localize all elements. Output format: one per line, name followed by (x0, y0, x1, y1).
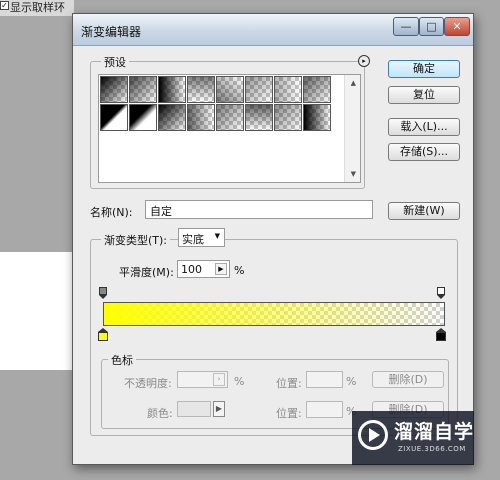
preset-swatch[interactable] (187, 76, 215, 103)
preset-swatch[interactable] (100, 104, 128, 131)
preset-swatch[interactable] (274, 104, 302, 131)
chevron-down-icon: ▼ (214, 232, 220, 240)
maximize-button[interactable]: □ (419, 17, 444, 36)
smoothness-unit: % (234, 264, 245, 277)
preset-swatch[interactable] (129, 104, 157, 131)
gradient-editor-dialog: 渐变编辑器 — □ ✕ 预设 ▸ ▲ ▼ 确定 复位 载入(L)... 存储(S… (72, 13, 474, 465)
preset-swatch[interactable] (303, 76, 331, 103)
opacity-location-input[interactable] (306, 371, 343, 388)
name-label: 名称(N): (90, 206, 133, 219)
gradient-preview-bar[interactable] (103, 302, 445, 326)
new-button[interactable]: 新建(W) (388, 202, 460, 220)
preset-swatch[interactable] (303, 104, 331, 131)
color-stop-right[interactable] (436, 328, 446, 342)
smoothness-value: 100 (181, 263, 202, 276)
smoothness-label: 平滑度(M): (119, 266, 174, 279)
background-canvas (0, 252, 74, 370)
opacity-unit: % (234, 375, 245, 388)
gradient-type-label: 渐变类型(T): (101, 232, 171, 248)
color-menu-arrow-icon[interactable]: ▶ (213, 401, 225, 417)
preset-swatch-grid (100, 76, 331, 131)
minimize-button[interactable]: — (393, 17, 419, 36)
opacity-location-label: 位置: (276, 377, 302, 390)
stops-label: 色标 (108, 352, 136, 368)
watermark-url: ZIXUE.3D66.COM (398, 445, 466, 453)
presets-group: 预设 ▸ ▲ ▼ (90, 54, 370, 189)
chevron-right-icon[interactable]: › (213, 373, 225, 386)
scroll-up-icon[interactable]: ▲ (351, 79, 356, 87)
close-button[interactable]: ✕ (444, 17, 470, 36)
preset-swatch[interactable] (158, 76, 186, 103)
show-sampling-ring-checkbox[interactable]: ✓ (0, 1, 9, 10)
opacity-stop-right[interactable] (437, 287, 445, 299)
watermark: 溜溜自学 ZIXUE.3D66.COM (352, 411, 474, 465)
opacity-location-unit: % (346, 375, 357, 388)
opacity-label: 不透明度: (124, 377, 172, 390)
scroll-down-icon[interactable]: ▼ (351, 170, 356, 178)
color-label: 颜色: (147, 407, 173, 420)
color-stop-left[interactable] (98, 328, 108, 342)
save-button[interactable]: 存储(S)... (388, 143, 460, 161)
presets-menu-icon[interactable]: ▸ (358, 55, 370, 67)
chevron-right-icon[interactable]: ▶ (215, 263, 227, 275)
preset-swatch[interactable] (129, 76, 157, 103)
dialog-title: 渐变编辑器 (81, 25, 142, 39)
ok-button[interactable]: 确定 (388, 60, 460, 78)
presets-label: 预设 (101, 54, 129, 70)
reset-button[interactable]: 复位 (388, 86, 460, 104)
title-bar[interactable]: 渐变编辑器 — □ ✕ (73, 14, 473, 46)
preset-swatch[interactable] (245, 104, 273, 131)
play-logo-icon (358, 420, 388, 450)
preset-swatch[interactable] (187, 104, 215, 131)
show-sampling-ring-label: 显示取样环 (10, 1, 65, 14)
preset-swatch[interactable] (216, 104, 244, 131)
preset-swatch[interactable] (158, 104, 186, 131)
preset-swatch[interactable] (274, 76, 302, 103)
presets-scrollbar[interactable]: ▲ ▼ (344, 75, 360, 182)
color-location-input[interactable] (306, 401, 343, 418)
opacity-input[interactable]: › (177, 371, 228, 388)
preset-swatch[interactable] (216, 76, 244, 103)
preset-swatch[interactable] (245, 76, 273, 103)
color-location-label: 位置: (276, 407, 302, 420)
load-button[interactable]: 载入(L)... (388, 118, 460, 136)
delete-opacity-stop-button[interactable]: 删除(D) (372, 371, 444, 388)
opacity-stop-left[interactable] (99, 287, 107, 299)
smoothness-input[interactable]: 100 ▶ (177, 260, 230, 278)
background-toolbar: ✓ 显示取样环 (0, 0, 74, 16)
name-input[interactable]: 自定 (145, 200, 373, 219)
preset-swatch[interactable] (100, 76, 128, 103)
stop-color-swatch[interactable] (177, 401, 211, 417)
watermark-text: 溜溜自学 (394, 421, 475, 443)
presets-list: ▲ ▼ (98, 74, 361, 183)
gradient-type-group: 渐变类型(T): 实底 ▼ 平滑度(M): 100 ▶ % 色标 不透明度: ›… (90, 228, 458, 436)
gradient-type-value: 实底 (182, 233, 204, 246)
gradient-type-select[interactable]: 实底 ▼ (178, 228, 225, 247)
